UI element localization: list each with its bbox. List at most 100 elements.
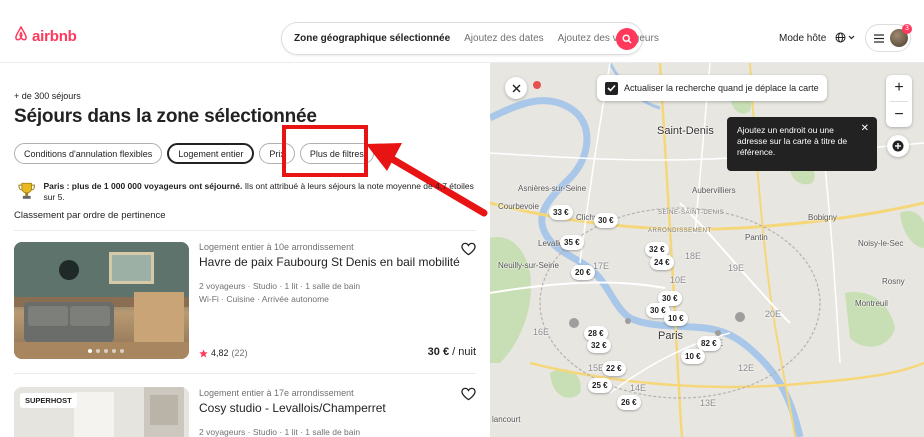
listing-title[interactable]: Cosy studio - Levallois/Champerret: [199, 401, 386, 415]
map-label: Noisy-le-Sec: [858, 239, 904, 248]
globe-icon: [835, 32, 846, 43]
tooltip-text: Ajoutez un endroit ou une adresse sur la…: [737, 125, 848, 157]
map-price-pin[interactable]: 25 €: [588, 378, 612, 393]
annotation-arrow: [366, 143, 488, 217]
map-label: 19E: [728, 263, 745, 273]
map-price-pin[interactable]: 24 €: [650, 255, 674, 270]
map-price-pin[interactable]: 10 €: [681, 349, 705, 364]
map-label: Courbevoie: [498, 202, 539, 211]
add-place-icon: [892, 140, 904, 152]
listing-details: 2 voyageurs · Studio · 1 lit · 1 salle d…: [199, 281, 361, 291]
map-label: 13E: [700, 398, 717, 408]
divider: [14, 230, 476, 231]
map-price-pin[interactable]: 20 €: [571, 265, 595, 280]
stats-notice: Paris : plus de 1 000 000 voyageurs ont …: [16, 181, 486, 203]
map-label: 12E: [738, 363, 755, 373]
avatar: 3: [890, 24, 912, 47]
page-title: Séjours dans la zone sélectionnée: [14, 106, 317, 127]
pagination-dot: [88, 349, 92, 353]
review-count: (22): [231, 348, 248, 358]
map-close-button[interactable]: [505, 77, 527, 99]
map-label: 16E: [533, 327, 550, 337]
map-label: SEINE-SAINT-DENIS: [658, 210, 725, 216]
map-label: ARRONDISSEMENT: [648, 228, 712, 234]
photo-pagination: [88, 349, 124, 353]
superhost-badge: SUPERHOST: [20, 393, 77, 408]
search-zone[interactable]: Zone géographique sélectionnée: [282, 33, 457, 44]
language-button[interactable]: [835, 32, 855, 43]
price-unit: / nuit: [449, 346, 476, 358]
zoom-in-button[interactable]: +: [886, 75, 912, 101]
map-price-pin[interactable]: 32 €: [587, 338, 611, 353]
update-checkbox[interactable]: [605, 81, 618, 95]
heart-icon[interactable]: [461, 242, 476, 256]
airbnb-logo[interactable]: airbnb: [14, 25, 77, 46]
map-label: 18E: [685, 251, 702, 261]
map-price-pin[interactable]: 26 €: [617, 395, 641, 410]
map-label: Paris: [658, 330, 684, 342]
search-bar[interactable]: Zone géographique sélectionnée Ajoutez d…: [281, 22, 659, 55]
stats-text-bold: Paris : plus de 1 000 000 voyageurs ont …: [43, 181, 243, 191]
filter-entire-home[interactable]: Logement entier: [167, 143, 255, 164]
map-label: Montreuil: [855, 299, 888, 308]
map-price-pin[interactable]: 30 €: [594, 213, 618, 228]
map[interactable]: Saint-Denis Asnières-sur-Seine Courbevoi…: [490, 63, 924, 437]
tooltip-close-icon[interactable]: ✕: [861, 123, 869, 134]
pagination-dot: [112, 349, 116, 353]
sort-label: Classement par ordre de pertinence: [14, 210, 166, 221]
map-price-pin[interactable]: 33 €: [549, 205, 573, 220]
map-label: 17E: [593, 261, 610, 271]
divider: [14, 373, 476, 374]
map-search-update-toggle[interactable]: Actualiser la recherche quand je déplace…: [597, 75, 827, 101]
search-guests[interactable]: Ajoutez des voyageurs: [551, 33, 666, 44]
update-label: Actualiser la recherche quand je déplace…: [624, 83, 819, 93]
logo-wordmark: airbnb: [32, 27, 77, 45]
close-icon: [512, 84, 520, 92]
search-icon: [622, 34, 632, 44]
results-count: + de 300 séjours: [14, 91, 81, 101]
map-price-pin[interactable]: 10 €: [664, 311, 688, 326]
listing-title[interactable]: Havre de paix Faubourg St Denis en bail …: [199, 255, 460, 269]
menu-icon: [874, 33, 884, 43]
listing-type: Logement entier à 10e arrondissement: [199, 242, 354, 252]
map-label: Neuilly-sur-Seine: [498, 261, 559, 270]
map-label: 10E: [670, 275, 687, 285]
listing-price: 30 € / nuit: [428, 346, 476, 358]
map-price-pin[interactable]: 22 €: [602, 361, 626, 376]
map-label: Saint-Denis: [657, 125, 714, 137]
star-icon: [199, 348, 208, 357]
notification-badge: 3: [902, 24, 912, 34]
add-place-button[interactable]: [887, 135, 909, 157]
map-label: Pantin: [745, 233, 768, 242]
trophy-icon: [18, 182, 36, 199]
map-label: Rosny: [882, 277, 905, 286]
zoom-out-button[interactable]: −: [886, 102, 912, 128]
heart-icon[interactable]: [461, 387, 476, 401]
user-menu-button[interactable]: 3: [865, 24, 912, 52]
host-mode-link[interactable]: Mode hôte: [779, 33, 826, 44]
map-label: Bobigny: [808, 213, 837, 222]
stats-text: Paris : plus de 1 000 000 voyageurs ont …: [43, 181, 486, 203]
top-header: airbnb Zone géographique sélectionnée Aj…: [0, 0, 924, 63]
pagination-dot: [120, 349, 124, 353]
check-icon: [607, 84, 616, 92]
map-tooltip: Ajoutez un endroit ou une adresse sur la…: [727, 117, 877, 171]
chevron-down-icon: [848, 35, 855, 40]
airbnb-logo-icon: [14, 25, 28, 46]
map-label: Asnières-sur-Seine: [518, 184, 587, 193]
filter-flexible-cancellation[interactable]: Conditions d'annulation flexibles: [14, 143, 163, 164]
listing-photo[interactable]: [14, 242, 189, 359]
listing-amenities: Wi-Fi · Cuisine · Arrivée autonome: [199, 294, 329, 304]
pagination-dot: [96, 349, 100, 353]
map-label: lancourt: [492, 415, 521, 424]
map-label: 20E: [765, 309, 782, 319]
search-button[interactable]: [616, 28, 638, 50]
listing-type: Logement entier à 17e arrondissement: [199, 388, 354, 398]
map-price-pin[interactable]: 35 €: [560, 235, 584, 250]
listing-photo[interactable]: SUPERHOST: [14, 387, 189, 437]
pagination-dot: [104, 349, 108, 353]
map-label: 14E: [630, 383, 647, 393]
price-value: 30 €: [427, 346, 450, 358]
zoom-controls: + −: [886, 75, 912, 127]
search-dates[interactable]: Ajoutez des dates: [457, 33, 551, 44]
